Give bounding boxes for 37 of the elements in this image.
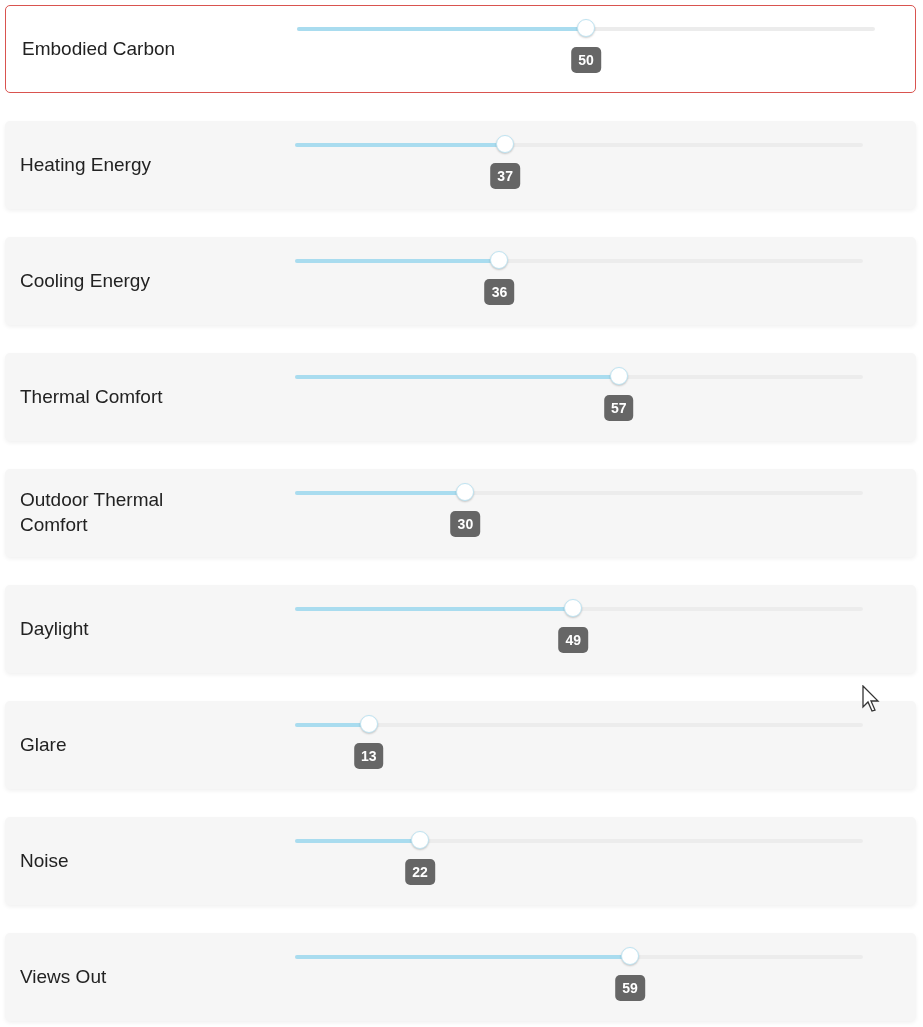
value-badge: 30: [450, 511, 481, 537]
slider-thumb[interactable]: [410, 831, 429, 849]
slider-label: Heating Energy: [20, 152, 152, 177]
slider-card[interactable]: Daylight 49: [5, 585, 916, 673]
slider-card[interactable]: Views Out 59: [5, 933, 916, 1021]
cursor-icon: [862, 685, 882, 713]
slider-card[interactable]: Outdoor Thermal Comfort 30: [5, 469, 916, 557]
slider-label: Views Out: [20, 964, 108, 989]
value-badge: 57: [603, 395, 634, 421]
slider-thumb[interactable]: [564, 599, 583, 617]
slider-card[interactable]: Thermal Comfort 57: [5, 353, 916, 441]
slider-label: Daylight: [20, 616, 90, 641]
value-badge: 22: [405, 859, 435, 885]
slider-thumb[interactable]: [359, 715, 378, 733]
slider-card[interactable]: Noise 22: [5, 817, 916, 905]
slider-label: Thermal Comfort: [20, 384, 164, 409]
slider-thumb[interactable]: [621, 947, 640, 965]
slider-thumb[interactable]: [456, 483, 475, 501]
slider-card[interactable]: Cooling Energy 36: [5, 237, 916, 325]
slider-label: Embodied Carbon: [22, 36, 177, 61]
slider-thumb[interactable]: [609, 367, 628, 385]
slider-thumb[interactable]: [577, 19, 595, 37]
slider-card[interactable]: Glare 13: [5, 701, 916, 789]
slider-label: Noise: [20, 848, 70, 873]
slider-label: Cooling Energy: [20, 268, 151, 293]
slider-card[interactable]: Embodied Carbon 50: [5, 5, 916, 93]
value-badge: 36: [484, 279, 515, 305]
value-badge: 50: [571, 47, 601, 73]
value-badge: 49: [558, 627, 589, 653]
value-badge: 59: [615, 975, 645, 1001]
slider-thumb[interactable]: [496, 135, 515, 153]
slider-card[interactable]: Heating Energy 37: [5, 121, 916, 209]
slider-label: Outdoor Thermal Comfort: [20, 488, 165, 537]
slider-label: Glare: [20, 732, 68, 757]
slider-thumb[interactable]: [490, 251, 509, 269]
value-badge: 37: [490, 163, 520, 189]
value-badge: 13: [354, 743, 384, 769]
